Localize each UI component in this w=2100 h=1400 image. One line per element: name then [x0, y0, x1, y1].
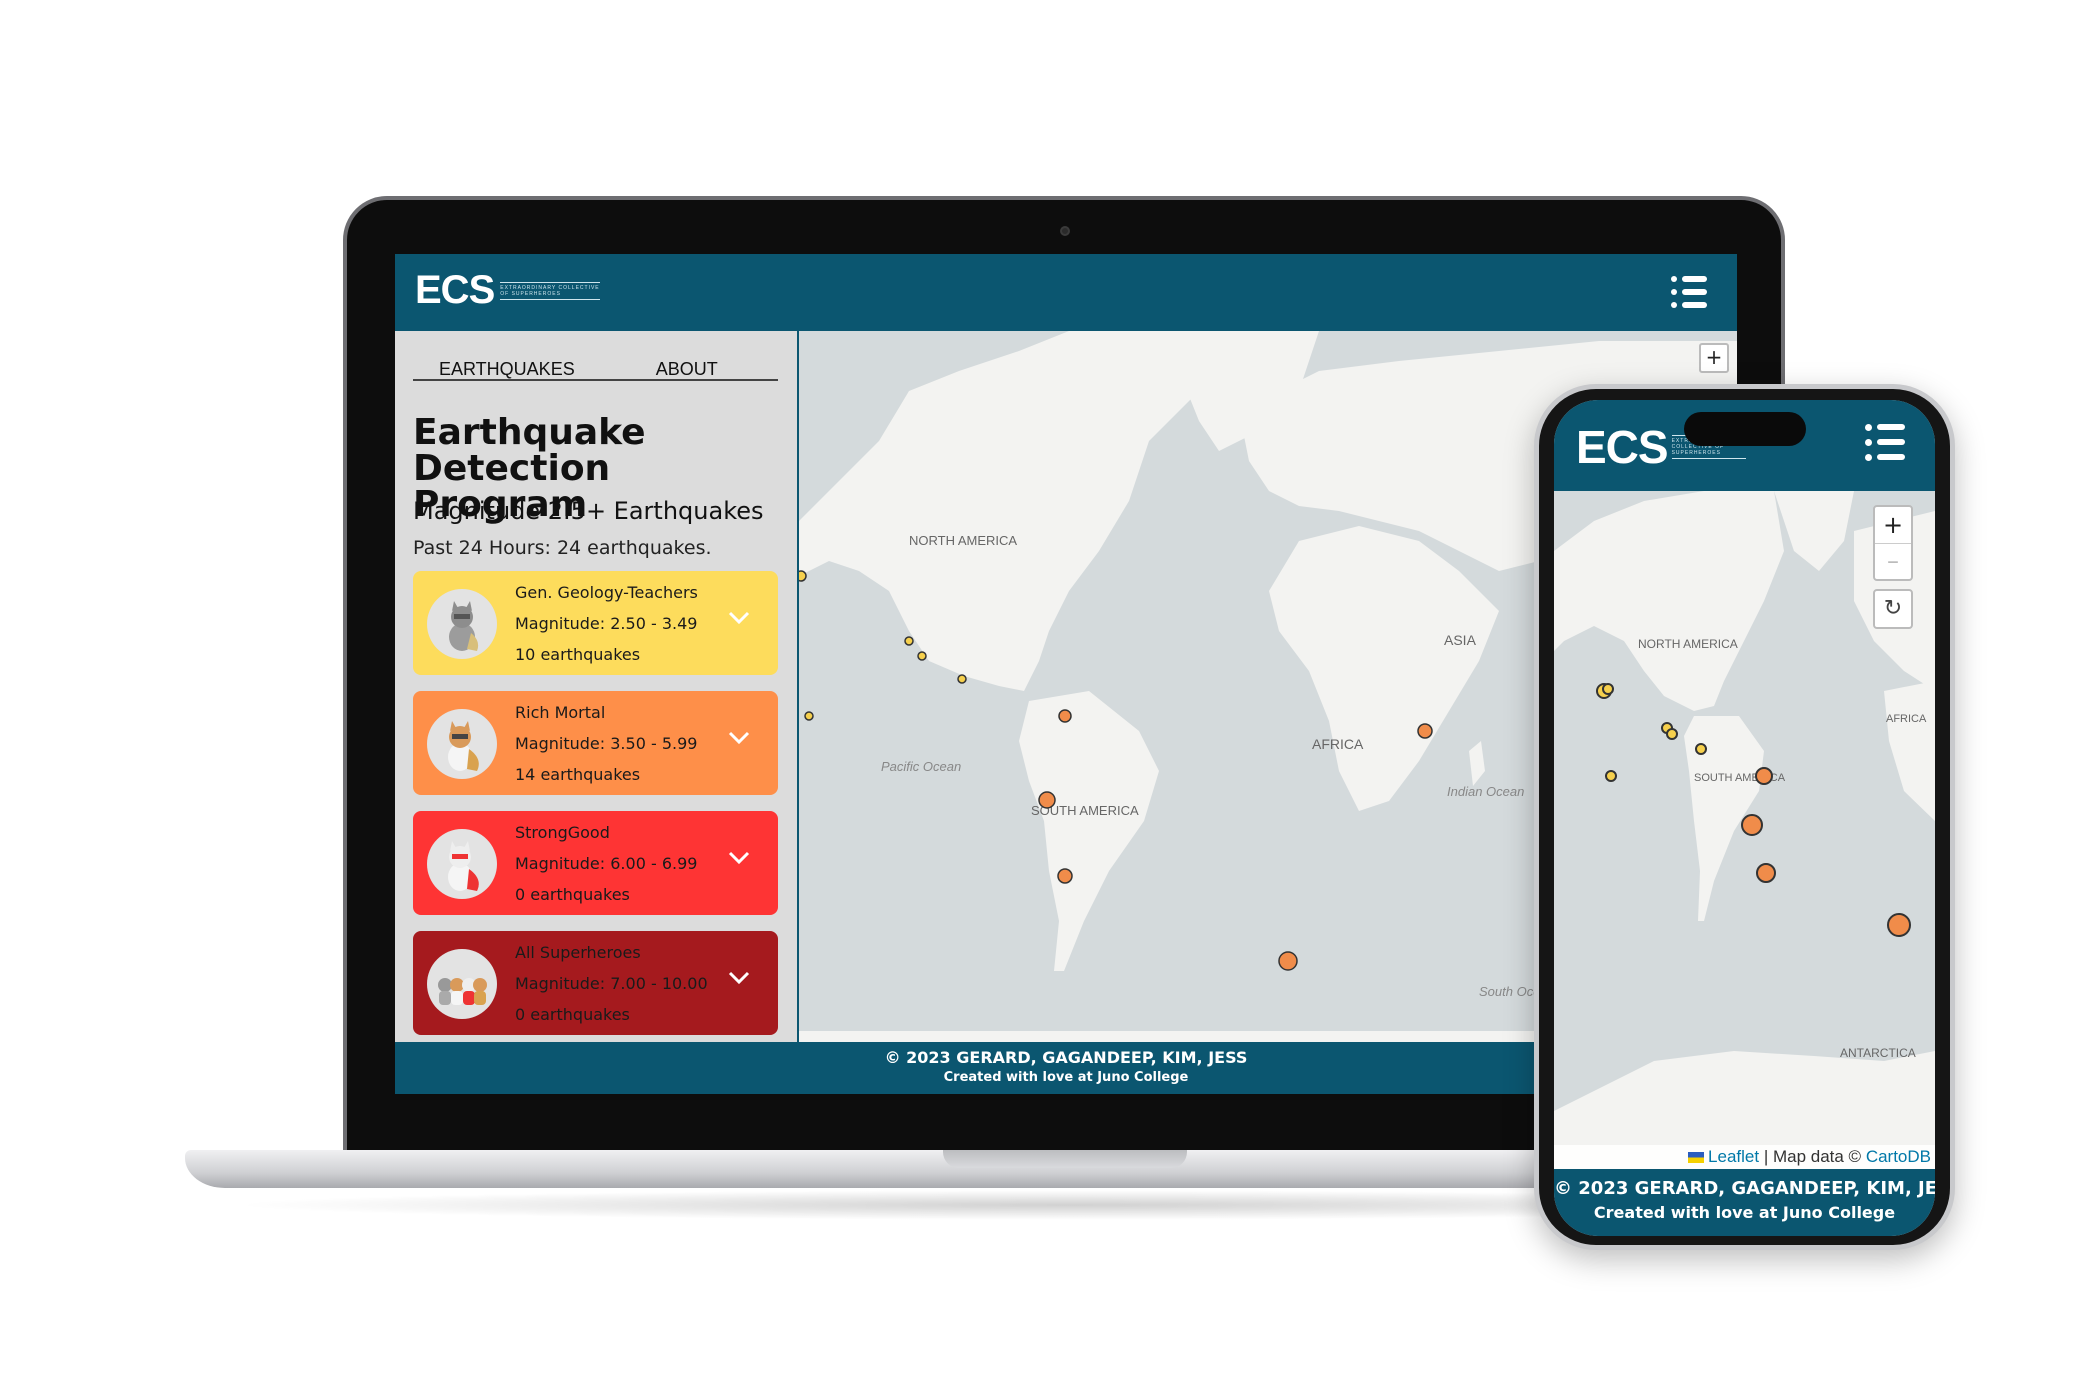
phone-world-map[interactable]: NORTH AMERICA SOUTH AMERICA AFRICA ANTAR… — [1554, 491, 1935, 1169]
phone-app-footer: © 2023 GERARD, GAGANDEEP, KIM, JESS Crea… — [1554, 1169, 1935, 1236]
map-label-pacific: Pacific Ocean — [881, 759, 961, 774]
map-label-antarctica: ANTARCTICA — [1840, 1046, 1916, 1060]
list-menu-icon[interactable] — [1671, 276, 1707, 308]
quake-marker — [1058, 709, 1072, 723]
laptop-hinge-notch — [943, 1150, 1187, 1168]
ukraine-flag-icon — [1688, 1152, 1705, 1163]
quake-marker — [1887, 913, 1911, 937]
quake-marker — [1755, 767, 1773, 785]
zoom-out-button[interactable]: – — [1875, 544, 1911, 580]
quake-marker — [1605, 770, 1617, 782]
magnitude-card-stronggood[interactable]: StrongGood Magnitude: 6.00 - 6.99 0 eart… — [413, 811, 778, 915]
card-name: Rich Mortal — [515, 703, 606, 722]
earthquake-count: Past 24 Hours: 24 earthquakes. — [413, 537, 712, 559]
footer-copyright: © 2023 GERARD, GAGANDEEP, KIM, JESS — [1554, 1178, 1935, 1199]
quake-marker — [1278, 951, 1298, 971]
card-magnitude: Magnitude: 7.00 - 10.00 — [515, 974, 708, 993]
cat-hero-icon — [427, 589, 497, 659]
magnitude-card-rich-mortal[interactable]: Rich Mortal Magnitude: 3.50 - 5.99 14 ea… — [413, 691, 778, 795]
ecs-logo[interactable]: ECS EXTRAORDINARY COLLECTIVE OF SUPERHER… — [415, 268, 601, 313]
zoom-in-button[interactable]: + — [1699, 343, 1729, 373]
chevron-down-icon[interactable] — [728, 851, 750, 865]
phone-dynamic-island — [1684, 412, 1806, 446]
quake-marker — [1038, 791, 1056, 809]
quake-marker — [804, 711, 814, 721]
card-magnitude: Magnitude: 2.50 - 3.49 — [515, 614, 698, 633]
logo-tagline: EXTRAORDINARY COLLECTIVE OF SUPERHEROES — [500, 281, 601, 300]
card-magnitude: Magnitude: 3.50 - 5.99 — [515, 734, 698, 753]
card-name: StrongGood — [515, 823, 610, 842]
card-magnitude: Magnitude: 6.00 - 6.99 — [515, 854, 698, 873]
logo-mark: ECS — [1576, 421, 1669, 473]
quake-marker — [904, 636, 914, 646]
map-label-africa: AFRICA — [1886, 713, 1927, 725]
list-menu-icon[interactable] — [1865, 422, 1905, 462]
footer-credit: Created with love at Juno College — [1593, 1203, 1896, 1222]
device-mockup-stage: ECS EXTRAORDINARY COLLECTIVE OF SUPERHER… — [0, 0, 2100, 1400]
map-attribution: Leaflet | Map data © CartoDB — [1554, 1145, 1935, 1169]
map-label-north-america: NORTH AMERICA — [1638, 637, 1738, 651]
quake-marker — [957, 674, 967, 684]
map-label-asia: ASIA — [1444, 632, 1477, 648]
tab-earthquakes[interactable]: EARTHQUAKES — [413, 359, 596, 379]
logo-mark: ECS — [415, 268, 495, 312]
cartodb-link[interactable]: CartoDB — [1866, 1147, 1931, 1166]
leaflet-link[interactable]: Leaflet — [1708, 1147, 1759, 1166]
attribution-text: | Map data © — [1759, 1147, 1866, 1166]
card-count: 0 earthquakes — [515, 1005, 630, 1024]
sidebar: EARTHQUAKES ABOUT Earthquake Detection P… — [395, 331, 799, 1042]
cat-hero-icon — [427, 709, 497, 779]
magnitude-cards: Gen. Geology-Teachers Magnitude: 2.50 - … — [413, 571, 778, 1051]
chevron-down-icon[interactable] — [728, 971, 750, 985]
zoom-in-button[interactable]: + — [1875, 507, 1911, 544]
quake-marker — [1695, 743, 1707, 755]
chevron-down-icon[interactable] — [728, 611, 750, 625]
refresh-icon[interactable]: ↻ — [1873, 589, 1913, 629]
quake-marker — [1741, 814, 1763, 836]
quake-marker — [1666, 728, 1678, 740]
card-count: 0 earthquakes — [515, 885, 630, 904]
app-header: ECS EXTRAORDINARY COLLECTIVE OF SUPERHER… — [395, 254, 1737, 331]
quake-marker — [799, 570, 807, 582]
magnitude-card-all-superheroes[interactable]: All Superheroes Magnitude: 7.00 - 10.00 … — [413, 931, 778, 1035]
sidebar-tabs: EARTHQUAKES ABOUT — [413, 359, 778, 381]
quake-marker — [1602, 683, 1614, 695]
cat-group-icon — [427, 949, 497, 1019]
card-name: All Superheroes — [515, 943, 641, 962]
quake-marker — [1756, 863, 1776, 883]
card-count: 14 earthquakes — [515, 765, 641, 784]
card-name: Gen. Geology-Teachers — [515, 583, 698, 602]
quake-marker — [1057, 868, 1073, 884]
card-count: 10 earthquakes — [515, 645, 641, 664]
map-label-north-america: NORTH AMERICA — [909, 533, 1017, 548]
cat-hero-icon — [427, 829, 497, 899]
chevron-down-icon[interactable] — [728, 731, 750, 745]
map-label-africa: AFRICA — [1312, 736, 1364, 752]
page-subtitle: Magnitude 2.5+ Earthquakes — [413, 497, 764, 525]
quake-marker — [917, 651, 927, 661]
laptop-camera — [1060, 226, 1070, 236]
phone-zoom-control: + – — [1873, 505, 1913, 581]
phone-screen: ECS EXTRAORDINARY COLLECTIVE OF SUPERHER… — [1554, 400, 1935, 1236]
map-label-indian: Indian Ocean — [1447, 784, 1524, 799]
quake-marker — [1417, 723, 1433, 739]
tab-about[interactable]: ABOUT — [596, 359, 779, 379]
magnitude-card-geology[interactable]: Gen. Geology-Teachers Magnitude: 2.50 - … — [413, 571, 778, 675]
